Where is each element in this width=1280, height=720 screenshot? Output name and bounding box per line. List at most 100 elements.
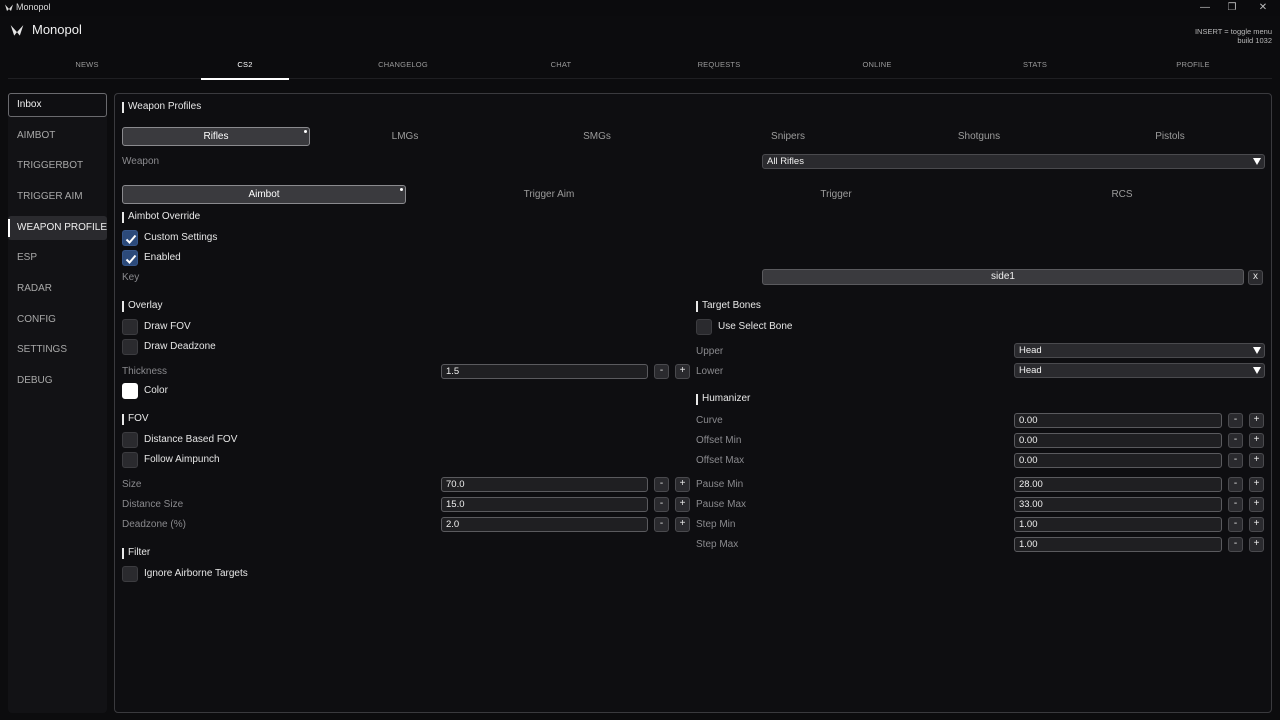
deadzone-label: Deadzone (%) xyxy=(122,519,186,530)
tab-cs2[interactable]: CS2 xyxy=(166,52,324,80)
curve-label: Curve xyxy=(696,415,723,426)
weapon-tab-snipers[interactable]: Snipers xyxy=(693,127,883,146)
weapon-tab-lmgs[interactable]: LMGs xyxy=(311,127,499,146)
sidebar-item-esp[interactable]: ESP xyxy=(8,246,107,270)
mode-tab-trigger-aim[interactable]: Trigger Aim xyxy=(407,185,691,204)
key-clear-button[interactable]: x xyxy=(1248,270,1263,285)
deadzone-minus-button[interactable]: - xyxy=(654,517,669,532)
sidebar-item-settings[interactable]: SETTINGS xyxy=(8,338,107,362)
upper-bone-select[interactable]: Head xyxy=(1014,343,1265,358)
size-input[interactable]: 70.0 xyxy=(441,477,648,492)
curve-minus-button[interactable]: - xyxy=(1228,413,1243,428)
size-minus-button[interactable]: - xyxy=(654,477,669,492)
step-min-input[interactable]: 1.00 xyxy=(1014,517,1222,532)
weapon-tab-rifles[interactable]: Rifles xyxy=(122,127,310,146)
sidebar-item-weapon-profiles[interactable]: WEAPON PROFILES xyxy=(8,216,107,240)
sidebar-item-radar[interactable]: RADAR xyxy=(8,277,107,301)
minimize-icon[interactable]: — xyxy=(1194,1,1216,15)
app-title: Monopol xyxy=(32,22,82,37)
draw-fov-checkbox[interactable]: Draw FOV xyxy=(122,319,322,335)
distance-size-minus-button[interactable]: - xyxy=(654,497,669,512)
pause-max-plus-button[interactable]: + xyxy=(1249,497,1264,512)
curve-input[interactable]: 0.00 xyxy=(1014,413,1222,428)
toggle-menu-hint: INSERT = toggle menu xyxy=(1194,27,1272,36)
weapon-select[interactable]: All Rifles xyxy=(762,154,1265,169)
weapon-label: Weapon xyxy=(122,156,160,167)
pause-max-input[interactable]: 33.00 xyxy=(1014,497,1222,512)
upper-bone-value: Head xyxy=(1019,345,1042,356)
checkbox-box[interactable] xyxy=(696,319,712,335)
tab-requests[interactable]: REQUESTS xyxy=(640,52,798,79)
check-icon xyxy=(125,234,137,244)
use-select-bone-checkbox[interactable]: Use Select Bone xyxy=(696,319,896,335)
size-plus-button[interactable]: + xyxy=(675,477,690,492)
mode-tab-aimbot[interactable]: Aimbot xyxy=(122,185,406,204)
distance-based-fov-checkbox[interactable]: Distance Based FOV xyxy=(122,432,322,448)
pause-min-plus-button[interactable]: + xyxy=(1249,477,1264,492)
enabled-checkbox[interactable]: Enabled xyxy=(122,250,322,266)
checkbox-box[interactable] xyxy=(122,452,138,468)
offset-max-input[interactable]: 0.00 xyxy=(1014,453,1222,468)
offset-max-minus-button[interactable]: - xyxy=(1228,453,1243,468)
weapon-tab-pistols[interactable]: Pistols xyxy=(1075,127,1265,146)
checkbox-box[interactable] xyxy=(122,319,138,335)
pause-max-label: Pause Max xyxy=(696,499,747,510)
key-bind-button[interactable]: side1 xyxy=(762,269,1244,285)
sidebar-item-trigger-aim[interactable]: TRIGGER AIM xyxy=(8,185,107,209)
offset-min-input[interactable]: 0.00 xyxy=(1014,433,1222,448)
lower-bone-value: Head xyxy=(1019,365,1042,376)
sidebar-item-triggerbot[interactable]: TRIGGERBOT xyxy=(8,154,107,178)
weapon-tab-shotguns[interactable]: Shotguns xyxy=(884,127,1074,146)
thickness-plus-button[interactable]: + xyxy=(675,364,690,379)
tab-stats[interactable]: STATS xyxy=(956,52,1114,79)
checkbox-box[interactable] xyxy=(122,566,138,582)
mode-tab-trigger[interactable]: Trigger xyxy=(693,185,979,204)
step-max-label: Step Max xyxy=(696,539,739,550)
tab-online[interactable]: ONLINE xyxy=(798,52,956,79)
step-max-input[interactable]: 1.00 xyxy=(1014,537,1222,552)
deadzone-input[interactable]: 2.0 xyxy=(441,517,648,532)
offset-max-plus-button[interactable]: + xyxy=(1249,453,1264,468)
pause-max-minus-button[interactable]: - xyxy=(1228,497,1243,512)
lower-bone-select[interactable]: Head xyxy=(1014,363,1265,378)
curve-plus-button[interactable]: + xyxy=(1249,413,1264,428)
tab-chat[interactable]: CHAT xyxy=(482,52,640,79)
restore-icon[interactable]: ❐ xyxy=(1221,1,1243,15)
thickness-minus-button[interactable]: - xyxy=(654,364,669,379)
step-max-minus-button[interactable]: - xyxy=(1228,537,1243,552)
sidebar-item-config[interactable]: CONFIG xyxy=(8,308,107,332)
offset-min-plus-button[interactable]: + xyxy=(1249,433,1264,448)
checkbox-box[interactable] xyxy=(122,432,138,448)
pause-min-minus-button[interactable]: - xyxy=(1228,477,1243,492)
size-label: Size xyxy=(122,479,142,490)
draw-deadzone-checkbox[interactable]: Draw Deadzone xyxy=(122,339,322,355)
deadzone-plus-button[interactable]: + xyxy=(675,517,690,532)
tab-profile[interactable]: PROFILE xyxy=(1114,52,1272,79)
ignore-airborne-checkbox[interactable]: Ignore Airborne Targets xyxy=(122,566,322,582)
step-min-plus-button[interactable]: + xyxy=(1249,517,1264,532)
step-max-plus-button[interactable]: + xyxy=(1249,537,1264,552)
enabled-label: Enabled xyxy=(144,252,181,263)
color-swatch[interactable] xyxy=(122,383,138,399)
checkbox-box[interactable] xyxy=(122,339,138,355)
color-picker[interactable]: Color xyxy=(122,383,322,399)
checkbox-box[interactable] xyxy=(122,250,138,266)
tab-news[interactable]: NEWS xyxy=(8,52,166,79)
offset-min-minus-button[interactable]: - xyxy=(1228,433,1243,448)
mode-tab-rcs[interactable]: RCS xyxy=(979,185,1265,204)
pause-min-input[interactable]: 28.00 xyxy=(1014,477,1222,492)
tab-changelog[interactable]: CHANGELOG xyxy=(324,52,482,79)
distance-size-plus-button[interactable]: + xyxy=(675,497,690,512)
follow-aimpunch-checkbox[interactable]: Follow Aimpunch xyxy=(122,452,322,468)
custom-settings-checkbox[interactable]: Custom Settings xyxy=(122,230,322,246)
weapon-tab-smgs[interactable]: SMGs xyxy=(502,127,692,146)
distance-size-input[interactable]: 15.0 xyxy=(441,497,648,512)
top-tab-bar: NEWS CS2 CHANGELOG CHAT REQUESTS ONLINE … xyxy=(8,52,1272,80)
sidebar-item-inbox[interactable]: Inbox xyxy=(8,93,107,117)
thickness-input[interactable]: 1.5 xyxy=(441,364,648,379)
close-icon[interactable]: ✕ xyxy=(1252,1,1274,15)
step-min-minus-button[interactable]: - xyxy=(1228,517,1243,532)
sidebar-item-debug[interactable]: DEBUG xyxy=(8,369,107,393)
sidebar-item-aimbot[interactable]: AIMBOT xyxy=(8,124,107,148)
checkbox-box[interactable] xyxy=(122,230,138,246)
